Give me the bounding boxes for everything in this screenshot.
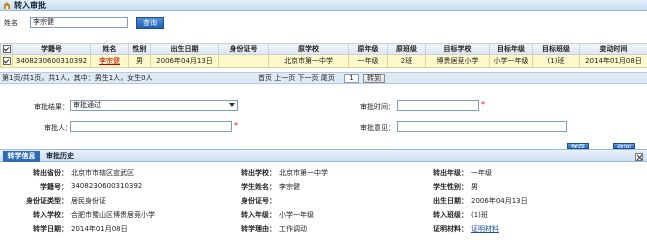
id-type-value: 居民身份证 <box>71 197 106 205</box>
in-class-value: (1)班 <box>471 211 488 219</box>
time-label: 审批时间： <box>360 103 395 111</box>
approver-input[interactable] <box>70 121 232 132</box>
transfer-reason-value: 工作调动 <box>279 225 307 233</box>
out-grade-label: 转出年级： <box>433 169 468 177</box>
result-label: 审批结果： <box>34 103 69 111</box>
go-button[interactable]: 转到 <box>363 74 385 83</box>
tab-bar: 转学信息 审批历史 <box>0 149 647 162</box>
in-class-label: 转入班级： <box>433 211 468 219</box>
page-title: 转入审批 <box>14 1 46 10</box>
row-checkbox[interactable] <box>2 57 11 65</box>
student-table: 学籍号 姓名 性别 出生日期 身份证号 原学校 原年级 原班级 目标学校 目标年… <box>0 43 647 68</box>
col-header: 学籍号 <box>12 43 91 55</box>
student-gender-label: 学生性别： <box>433 183 468 191</box>
last-page-link[interactable]: 尾页 <box>321 74 335 82</box>
query-button[interactable]: 查询 <box>136 17 164 29</box>
out-school-value: 北京市第一中学 <box>279 169 328 177</box>
time-input[interactable] <box>397 100 479 111</box>
student-gender-value: 男 <box>471 183 478 191</box>
title-bar: 转入审批 <box>0 0 647 11</box>
student-name-label: 学生姓名： <box>241 183 276 191</box>
tab-transfer-info[interactable]: 转学信息 <box>3 151 40 162</box>
out-province-label: 转出省份： <box>33 169 68 177</box>
cell-gender: 男 <box>128 54 151 68</box>
col-header: 原学校 <box>268 43 349 55</box>
col-header: 原年级 <box>348 43 388 55</box>
out-school-label: 转出学校： <box>241 169 276 177</box>
chevron-down-icon <box>229 103 235 107</box>
result-select-value: 审批通过 <box>73 101 101 109</box>
col-header: 目标班级 <box>532 43 580 55</box>
in-school-value: 合肥市蜀山区博贵居竞小学 <box>71 211 155 219</box>
close-icon[interactable] <box>635 153 643 161</box>
cell-target-grade: 小学一年级 <box>489 54 533 68</box>
tab-approval-history[interactable]: 审批历史 <box>42 151 78 162</box>
cell-target-class: (1)班 <box>532 54 580 68</box>
id-type-label: 身份证类型： <box>26 197 68 205</box>
table-row[interactable]: 3408230600310392 李宗健 男 2006年04月13日 北京市第一… <box>0 54 647 68</box>
proof-material-label: 证明材料： <box>433 225 468 233</box>
col-header: 身份证号 <box>218 43 269 55</box>
transfer-reason-label: 转学理由： <box>241 225 276 233</box>
transfer-date-value: 2014年01月08日 <box>71 225 128 233</box>
cell-target-school: 博贵居竞小学 <box>425 54 490 68</box>
pager-links: 首页 上一页 下一页 尾页 <box>258 73 335 84</box>
student-id-label: 学籍号： <box>40 183 68 191</box>
birth-date-label: 出生日期： <box>433 197 468 205</box>
id-number-label: 身份证号： <box>241 197 276 205</box>
row-select-cell[interactable] <box>0 54 13 68</box>
cell-birth-date: 2006年04月13日 <box>150 54 219 68</box>
opinion-input[interactable] <box>397 121 567 132</box>
name-label: 姓名 <box>4 19 18 27</box>
cell-original-school: 北京市第一中学 <box>268 54 349 68</box>
required-mark: * <box>234 121 238 130</box>
out-grade-value: 一年级 <box>471 169 492 177</box>
in-grade-value: 小学一年级 <box>279 211 314 219</box>
col-header: 原班级 <box>387 43 426 55</box>
birth-date-value: 2006年04月13日 <box>471 197 528 205</box>
out-province-value: 北京市市辖区宣武区 <box>71 169 134 177</box>
cell-original-class: 2班 <box>387 54 426 68</box>
first-page-link[interactable]: 首页 <box>258 74 272 82</box>
cell-original-grade: 一年级 <box>348 54 388 68</box>
col-header: 性别 <box>128 43 151 55</box>
col-header: 变动时间 <box>579 43 647 55</box>
cell-id-number <box>218 54 269 68</box>
pager-bar: 第1页/共1页，共1人，其中：男生1人，女生0人 首页 上一页 下一页 尾页 1… <box>0 72 647 84</box>
cell-change-time: 2014年01月08日 <box>579 54 647 68</box>
in-grade-label: 转入年级： <box>241 211 276 219</box>
required-mark: * <box>481 100 485 109</box>
cell-student-id: 3408230600310392 <box>12 54 91 68</box>
student-id-value: 3408230600310392 <box>71 182 143 190</box>
in-school-label: 转入学校： <box>33 211 68 219</box>
col-header: 出生日期 <box>150 43 219 55</box>
page-number-input[interactable]: 1 <box>344 74 359 83</box>
name-search-input[interactable]: 李宗健 <box>30 17 128 28</box>
student-name-value: 李宗健 <box>279 183 300 191</box>
pager-info: 第1页/共1页，共1人，其中：男生1人，女生0人 <box>2 74 153 82</box>
proof-material-link[interactable]: 证明材料 <box>471 224 499 234</box>
home-icon <box>3 2 11 9</box>
col-header: 目标学校 <box>425 43 490 55</box>
opinion-label: 审批意见： <box>360 124 395 132</box>
col-header: 目标年级 <box>489 43 533 55</box>
transfer-date-label: 转学日期： <box>33 225 68 233</box>
approver-label: 审批人： <box>44 124 72 132</box>
result-select[interactable]: 审批通过 <box>70 100 238 111</box>
select-all-checkbox[interactable] <box>2 45 11 53</box>
col-header: 姓名 <box>90 43 129 55</box>
select-all-cell[interactable] <box>0 43 13 55</box>
prev-page-link[interactable]: 上一页 <box>274 74 295 82</box>
next-page-link[interactable]: 下一页 <box>297 74 318 82</box>
table-header-row: 学籍号 姓名 性别 出生日期 身份证号 原学校 原年级 原班级 目标学校 目标年… <box>0 43 647 55</box>
cell-name-link[interactable]: 李宗健 <box>90 54 129 68</box>
